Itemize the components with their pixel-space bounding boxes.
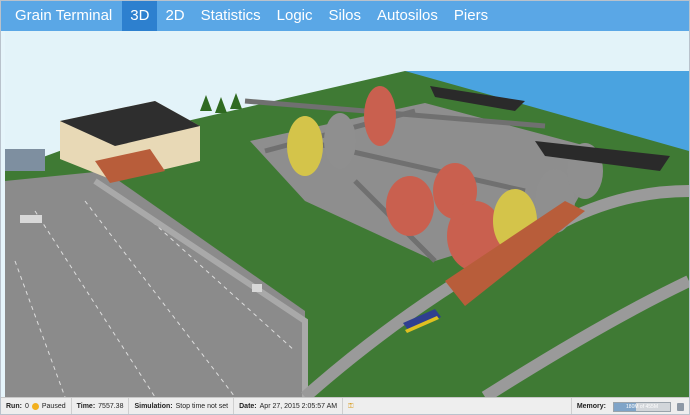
- silo: [287, 116, 323, 176]
- run-state: Paused: [41, 403, 66, 410]
- simulation-value: Stop time not set: [175, 403, 229, 410]
- pause-icon: [31, 403, 39, 410]
- tab-3d[interactable]: 3D: [122, 1, 158, 31]
- run-value: 0: [24, 403, 29, 410]
- date-value: Apr 27, 2015 2:05:57 AM: [259, 403, 338, 410]
- app-window: Grain Terminal 3D 2D Statistics Logic Si…: [0, 0, 690, 415]
- time-value: 7557.38: [98, 403, 124, 410]
- terminal-3d-scene[interactable]: [5, 31, 689, 397]
- tab-silos[interactable]: Silos: [321, 1, 370, 31]
- tab-autosilos[interactable]: Autosilos: [369, 1, 446, 31]
- app-title: Grain Terminal: [15, 7, 113, 24]
- truck: [252, 284, 262, 292]
- tab-2d[interactable]: 2D: [157, 1, 192, 31]
- tab-piers[interactable]: Piers: [446, 1, 496, 31]
- trash-icon[interactable]: [677, 402, 684, 411]
- memory-text: 180M of 455M: [626, 403, 658, 410]
- memory-bar: 180M of 455M: [613, 401, 671, 412]
- tab-statistics[interactable]: Statistics: [193, 1, 269, 31]
- small-building: [5, 149, 45, 171]
- top-navigation-bar: Grain Terminal 3D 2D Statistics Logic Si…: [1, 1, 689, 31]
- tab-logic[interactable]: Logic: [269, 1, 321, 31]
- run-status: Run: 0 Paused: [1, 398, 72, 414]
- silo: [324, 113, 356, 169]
- simulation-status: Simulation: Stop time not set: [129, 398, 235, 414]
- status-bar: Run: 0 Paused Time: 7557.38 Simulation: …: [1, 397, 689, 414]
- silo: [386, 176, 434, 236]
- 3d-viewport[interactable]: [5, 31, 689, 397]
- time-status: Time: 7557.38: [72, 398, 130, 414]
- date-status: Date: Apr 27, 2015 2:05:57 AM: [234, 398, 344, 414]
- silo: [364, 86, 396, 146]
- truck: [20, 215, 42, 223]
- memory-status: Memory: 180M of 455M: [570, 398, 689, 414]
- lock-status: ⚿: [343, 398, 358, 414]
- lock-icon: ⚿: [348, 402, 354, 410]
